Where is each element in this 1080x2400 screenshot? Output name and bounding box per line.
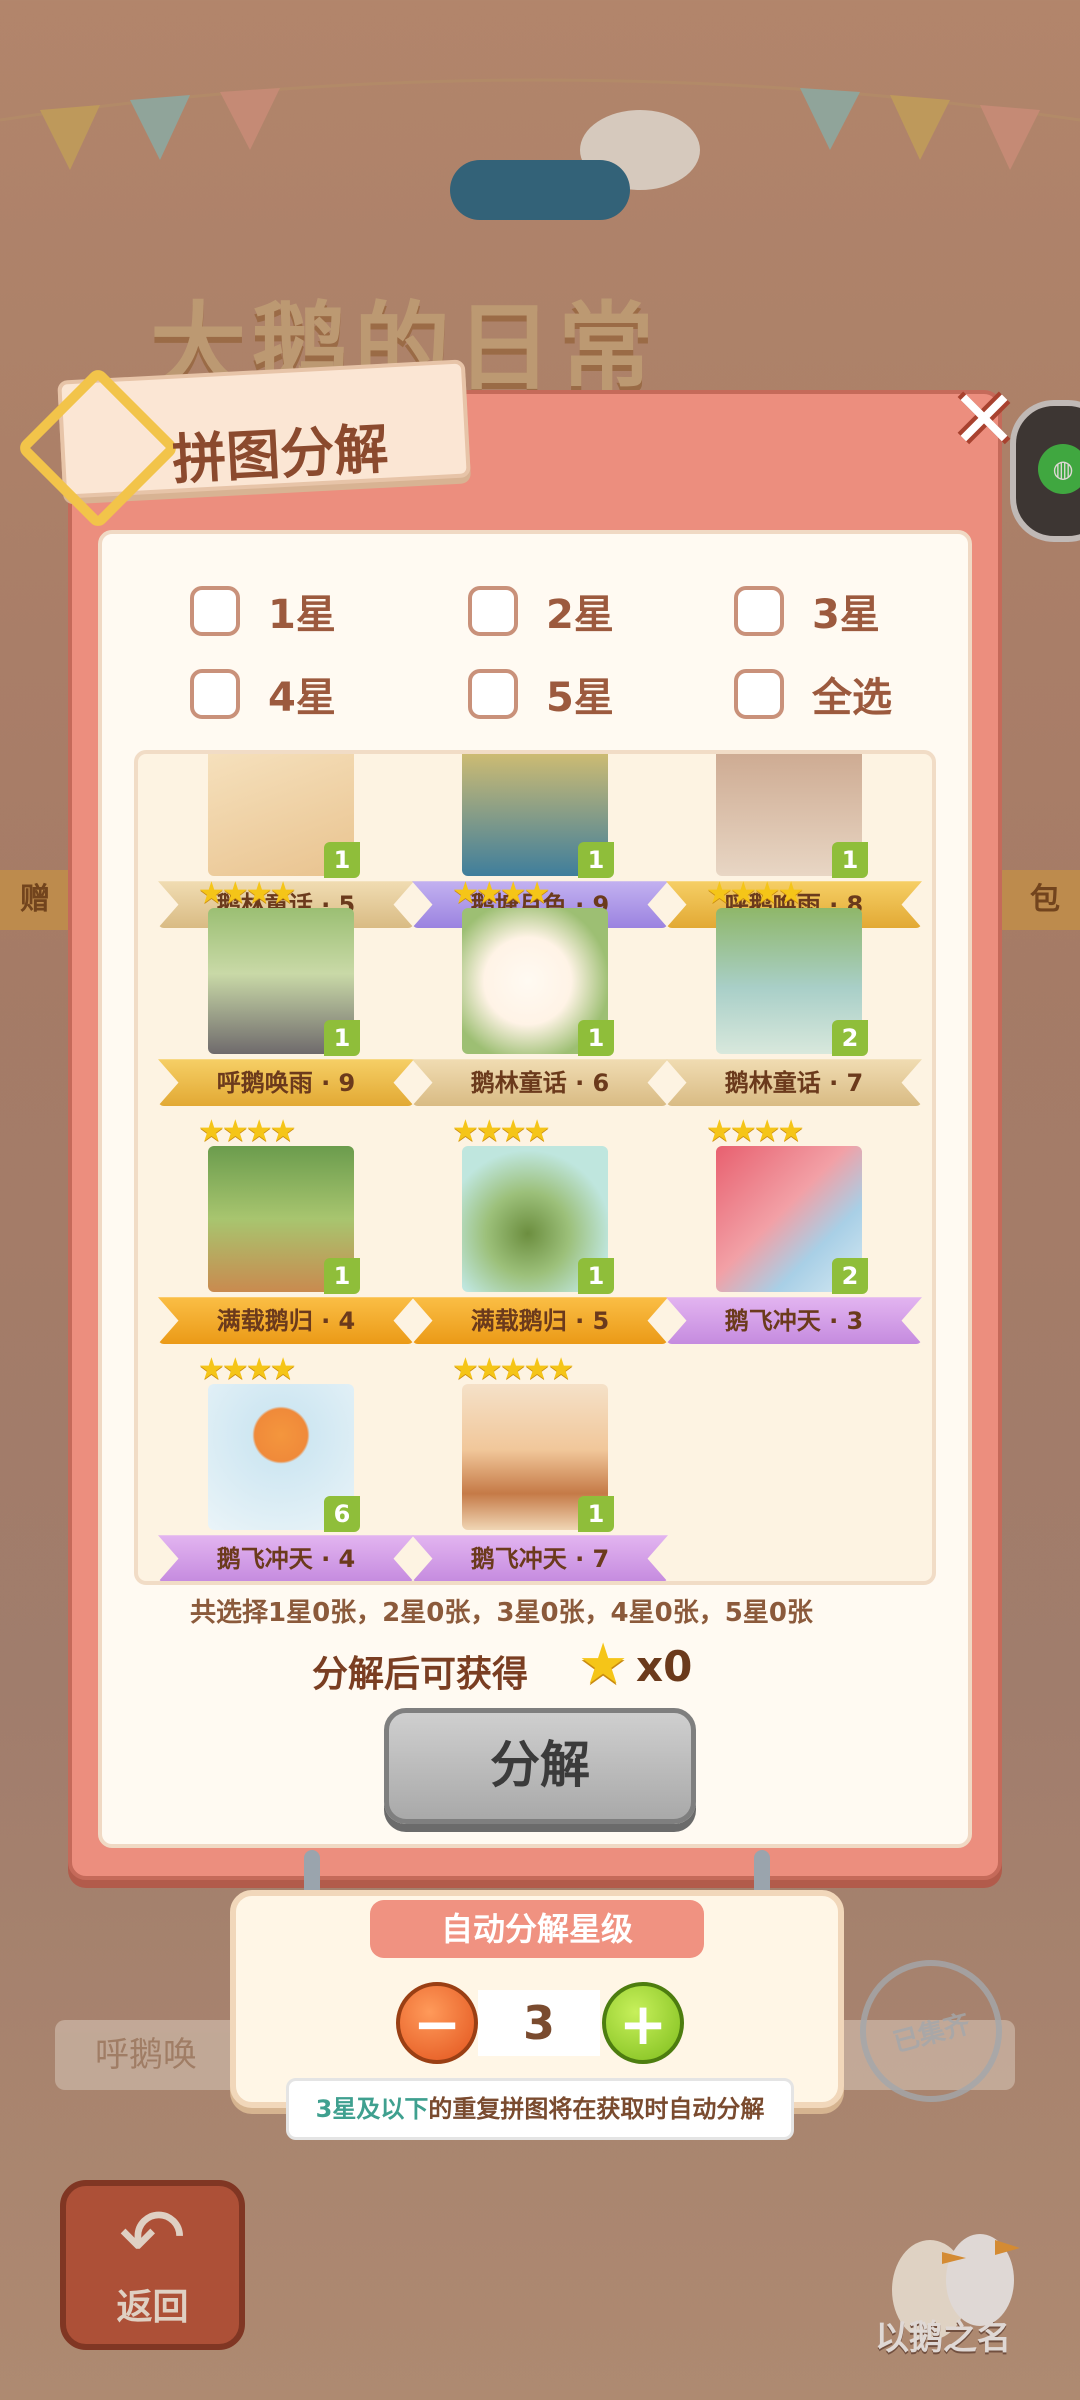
auto-decompose-hint: 3星及以下的重复拼图将在获取时自动分解 [286, 2078, 794, 2140]
card-name-ribbon: 鹅飞冲天 · 3 [666, 1297, 922, 1344]
card-star-rating: ★★★★ [706, 876, 805, 911]
puzzle-card[interactable]: ★★★★ 1 鹅林童话 · 6 [412, 872, 668, 1112]
puzzle-card[interactable]: ★★★★ 1 呼鹅唤雨 · 9 [158, 872, 414, 1112]
card-star-rating: ★★★★★ [452, 1352, 574, 1387]
card-name-ribbon: 满载鹅归 · 4 [158, 1297, 414, 1344]
filter-checkbox-5star[interactable]: 5星 [468, 665, 614, 723]
card-star-rating: ★★★★ [452, 876, 551, 911]
puzzle-card[interactable]: ★★★★ 1 满载鹅归 · 5 [412, 1110, 668, 1350]
filter-label: 2星 [546, 592, 614, 638]
auto-decompose-title: 自动分解星级 [370, 1900, 704, 1958]
checkbox-box[interactable] [190, 586, 240, 636]
card-count-badge: 1 [578, 1258, 614, 1294]
card-star-rating: ★★★★ [198, 1114, 297, 1149]
card-star-rating: ★★★★ [198, 1352, 297, 1387]
reward-count: x0 [636, 1642, 693, 1691]
card-star-rating: ★★★★ [198, 876, 297, 911]
card-name-ribbon: 鹅飞冲天 · 4 [158, 1535, 414, 1581]
hint-accent: 3星及以下 [315, 2095, 429, 2123]
checkbox-box[interactable] [734, 669, 784, 719]
card-name-ribbon: 鹅林童话 · 6 [412, 1059, 668, 1106]
dialog-title: 拼图分解 [170, 417, 390, 492]
card-star-rating: ★★★★ [706, 1114, 805, 1149]
puzzle-card-grid: 1 鹅林童话 · 5 1 鹅塘月色 · 9 1 呼鹅唤雨 · 8 ★★★★ 1 … [134, 750, 936, 1585]
reward-label: 分解后可获得 [312, 1654, 529, 1695]
card-star-rating: ★★★★ [452, 1114, 551, 1149]
close-button[interactable]: ✕ [944, 380, 1024, 460]
filter-checkbox-select-all[interactable]: 全选 [734, 665, 892, 723]
hint-text: 的重复拼图将在获取时自动分解 [428, 2095, 765, 2123]
card-name-ribbon: 呼鹅唤雨 · 9 [158, 1059, 414, 1106]
checkbox-box[interactable] [190, 669, 240, 719]
card-name-ribbon: 鹅飞冲天 · 7 [412, 1535, 668, 1581]
card-count-badge: 1 [324, 1258, 360, 1294]
filter-checkbox-4star[interactable]: 4星 [190, 665, 336, 723]
decompose-button[interactable]: 分解 [384, 1708, 696, 1824]
star-icon: ★ [578, 1632, 629, 1697]
filter-checkbox-2star[interactable]: 2星 [468, 582, 614, 640]
card-count-badge: 2 [832, 1020, 868, 1056]
filter-label: 4星 [268, 675, 336, 721]
filter-label: 全选 [812, 675, 892, 721]
filter-label: 3星 [812, 592, 880, 638]
filter-checkbox-1star[interactable]: 1星 [190, 582, 336, 640]
increase-level-button[interactable]: + [602, 1982, 684, 2064]
card-count-badge: 1 [578, 1020, 614, 1056]
puzzle-card[interactable]: ★★★★ 1 满载鹅归 · 4 [158, 1110, 414, 1350]
card-name-ribbon: 满载鹅归 · 5 [412, 1297, 668, 1344]
filter-label: 5星 [546, 675, 614, 721]
checkbox-box[interactable] [468, 586, 518, 636]
decrease-level-button[interactable]: − [396, 1982, 478, 2064]
puzzle-card[interactable]: ★★★★ 2 鹅飞冲天 · 3 [666, 1110, 922, 1350]
filter-checkbox-3star[interactable]: 3星 [734, 582, 880, 640]
puzzle-card[interactable]: ★★★★ 6 鹅飞冲天 · 4 [158, 1348, 414, 1581]
checkbox-box[interactable] [734, 586, 784, 636]
checkbox-box[interactable] [468, 669, 518, 719]
selection-summary: 共选择1星0张，2星0张，3星0张，4星0张，5星0张 [190, 1598, 813, 1628]
card-name-ribbon: 鹅林童话 · 7 [666, 1059, 922, 1106]
puzzle-card[interactable]: ★★★★ 2 鹅林童话 · 7 [666, 872, 922, 1112]
card-count-badge: 1 [578, 1496, 614, 1532]
card-count-badge: 1 [324, 1020, 360, 1056]
card-count-badge: 2 [832, 1258, 868, 1294]
card-count-badge: 6 [324, 1496, 360, 1532]
puzzle-card[interactable]: ★★★★★ 1 鹅飞冲天 · 7 [412, 1348, 668, 1581]
auto-level-value: 3 [478, 1990, 600, 2056]
filter-label: 1星 [268, 592, 336, 638]
